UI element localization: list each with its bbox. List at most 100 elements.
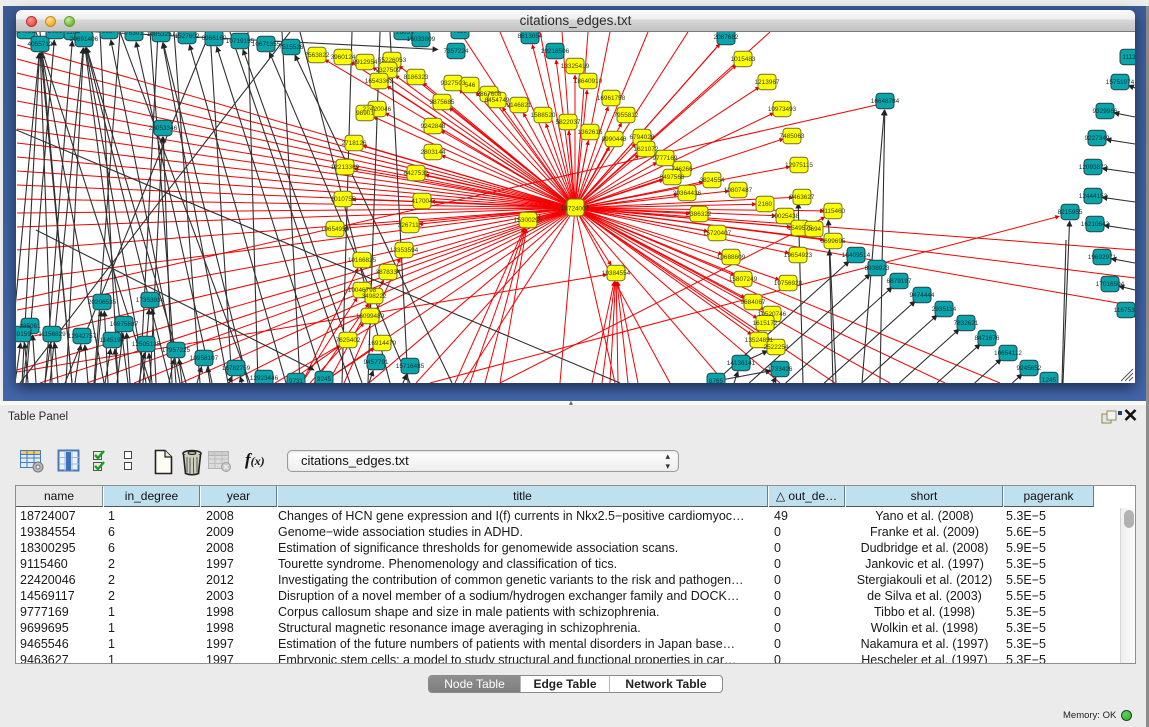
svg-text:13353594: 13353594 (390, 247, 419, 254)
svg-text:8765: 8765 (709, 378, 724, 383)
svg-text:17957225: 17957225 (162, 347, 191, 354)
svg-text:335061: 335061 (19, 323, 41, 330)
svg-text:9694: 9694 (807, 226, 822, 233)
svg-text:16648784: 16648784 (871, 98, 900, 105)
svg-text:12213369: 12213369 (331, 164, 360, 171)
svg-text:9242848: 9242848 (421, 123, 446, 130)
svg-text:7485063: 7485063 (780, 133, 805, 140)
svg-text:2160: 2160 (758, 201, 773, 208)
svg-text:16409514: 16409514 (842, 252, 871, 259)
svg-text:9684067: 9684067 (741, 299, 766, 306)
svg-text:15300295: 15300295 (514, 217, 543, 224)
svg-text:16543362: 16543362 (365, 78, 394, 85)
svg-text:8990448: 8990448 (602, 136, 627, 143)
svg-text:9474444: 9474444 (910, 292, 935, 299)
svg-text:4055712: 4055712 (28, 41, 53, 48)
svg-text:1112: 1112 (1122, 54, 1135, 61)
svg-text:39159: 39159 (16, 331, 31, 338)
svg-text:1937: 1937 (102, 32, 117, 35)
svg-text:9327503: 9327503 (441, 80, 466, 87)
svg-text:6497568: 6497568 (660, 174, 685, 181)
svg-text:7386322: 7386322 (687, 211, 712, 218)
svg-text:9146821: 9146821 (507, 102, 532, 109)
svg-text:1213967: 1213967 (755, 79, 780, 86)
svg-text:7639: 7639 (453, 32, 468, 35)
svg-text:16033809: 16033809 (407, 36, 436, 43)
svg-text:1362615: 1362615 (578, 129, 603, 136)
svg-text:98901: 98901 (356, 110, 374, 117)
svg-text:14055: 14055 (17, 32, 35, 35)
svg-text:746266: 746266 (671, 166, 693, 173)
svg-text:18724007: 18724007 (561, 206, 590, 213)
svg-text:9227349: 9227349 (1085, 135, 1110, 142)
svg-text:1245: 1245 (1042, 377, 1057, 383)
svg-text:15720407: 15720407 (703, 230, 732, 237)
svg-text:7955812: 7955812 (614, 112, 639, 119)
svg-text:2718126: 2718126 (342, 140, 367, 147)
svg-text:7625402: 7625402 (336, 337, 361, 344)
svg-text:7357224: 7357224 (444, 48, 469, 55)
svg-text:8471676: 8471676 (975, 335, 1000, 342)
svg-text:19654923: 19654923 (784, 252, 813, 259)
svg-text:10756928: 10756928 (774, 280, 803, 287)
svg-text:9463627: 9463627 (790, 194, 815, 201)
svg-text:19384554: 19384554 (602, 270, 631, 277)
svg-text:8186323: 8186323 (404, 74, 429, 81)
svg-text:10688609: 10688609 (717, 254, 746, 261)
svg-text:3875685: 3875685 (430, 99, 455, 106)
svg-text:18640910: 18640910 (574, 78, 603, 85)
svg-text:10975887: 10975887 (110, 321, 139, 328)
svg-text:19166825: 19166825 (348, 257, 377, 264)
svg-text:1527602: 1527602 (175, 33, 200, 40)
svg-text:10853257: 10853257 (147, 32, 176, 38)
svg-text:9777169: 9777169 (653, 155, 678, 162)
svg-text:11156829: 11156829 (38, 331, 66, 338)
svg-text:15751074: 15751074 (1106, 79, 1135, 86)
svg-text:8215955: 8215955 (1058, 209, 1083, 216)
svg-text:1588520: 1588520 (531, 112, 556, 119)
svg-text:15807249: 15807249 (729, 276, 758, 283)
svg-text:6879197: 6879197 (887, 278, 912, 285)
svg-text:1010755: 1010755 (331, 196, 356, 203)
svg-text:10654112: 10654112 (994, 350, 1022, 357)
svg-text:9731: 9731 (289, 378, 304, 383)
svg-text:1615172: 1615172 (753, 320, 778, 327)
svg-text:14136141: 14136141 (727, 360, 756, 367)
svg-text:6794028: 6794028 (630, 134, 655, 141)
svg-text:8427532: 8427532 (404, 170, 429, 177)
svg-text:1145194: 1145194 (100, 337, 125, 344)
svg-text:2935114: 2935114 (932, 306, 957, 313)
svg-text:7832621: 7832621 (954, 320, 979, 327)
svg-text:15716485: 15716485 (396, 363, 425, 370)
svg-text:417004: 417004 (411, 198, 433, 205)
svg-text:28053346: 28053346 (149, 125, 178, 132)
svg-text:16210643: 16210643 (1081, 221, 1110, 228)
svg-text:1015483: 1015483 (731, 56, 756, 63)
svg-text:20364436: 20364436 (673, 190, 702, 197)
svg-text:2803144: 2803144 (421, 149, 446, 156)
svg-text:19692971: 19692971 (1088, 254, 1117, 261)
svg-text:17016504: 17016504 (1096, 281, 1125, 288)
svg-text:19218506: 19218506 (541, 48, 570, 55)
svg-text:3498222: 3498222 (362, 293, 387, 300)
svg-text:10807487: 10807487 (724, 187, 753, 194)
svg-text:9699695: 9699695 (821, 238, 846, 245)
svg-text:55226053: 55226053 (378, 57, 407, 64)
svg-text:13325419: 13325419 (561, 63, 590, 70)
svg-text:2081: 2081 (48, 32, 63, 35)
svg-text:6966160: 6966160 (202, 35, 227, 42)
svg-text:16961758: 16961758 (597, 95, 626, 102)
svg-text:12923446: 12923446 (250, 375, 279, 382)
svg-text:3267110: 3267110 (398, 222, 423, 229)
svg-text:12505135: 12505135 (132, 341, 161, 348)
svg-text:10958107: 10958107 (190, 355, 219, 362)
svg-text:10719155: 10719155 (226, 38, 255, 45)
svg-text:8938923: 8938923 (865, 265, 890, 272)
svg-text:19654955: 19654955 (321, 226, 350, 233)
svg-text:3878334: 3878334 (376, 269, 401, 276)
svg-text:10671355: 10671355 (252, 41, 281, 48)
svg-text:7515526: 7515526 (279, 44, 304, 51)
svg-text:76301: 76301 (125, 32, 143, 37)
svg-text:2087682: 2087682 (714, 34, 739, 41)
svg-text:9329966: 9329966 (1093, 108, 1118, 115)
